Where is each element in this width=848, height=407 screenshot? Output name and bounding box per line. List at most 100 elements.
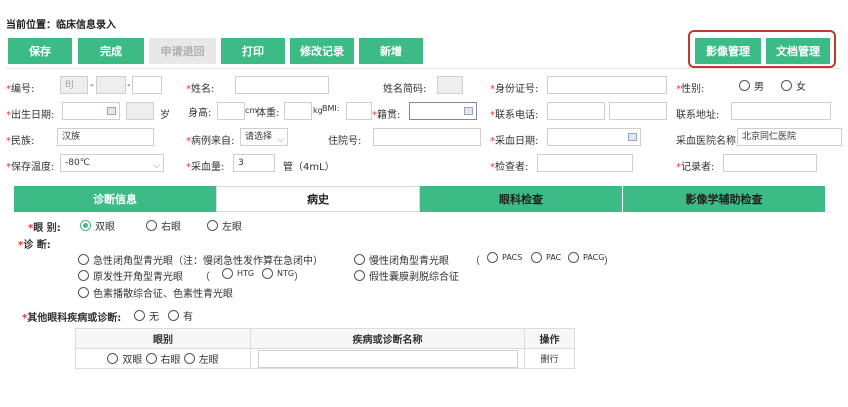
return-request-button[interactable]: 申请退回 (149, 38, 216, 64)
htg-option[interactable]: HTG (222, 268, 254, 279)
diagnosis-table: 眼别 疾病或诊断名称 操作 双眼 右眼 左眼 删行 (75, 328, 575, 369)
radio-icon[interactable] (78, 254, 89, 265)
tab-imaging[interactable]: 影像学辅助检查 (623, 186, 826, 212)
chevron-down-icon[interactable]: ⌵ (153, 158, 160, 174)
chronic-label: 慢性闭角型青光眼 (369, 256, 449, 267)
radio-icon[interactable] (183, 352, 195, 364)
ntg-option[interactable]: NTG (262, 268, 294, 279)
image-management-button[interactable]: 影像管理 (695, 38, 761, 64)
primary-open-option[interactable]: 原发性开角型青光眼 (78, 268, 183, 283)
id-separator: - (90, 80, 94, 91)
gender-female-label: 女 (796, 82, 806, 93)
chevron-down-icon[interactable]: ⌵ (277, 132, 284, 148)
hospital-label: 采血医院名称: (676, 136, 740, 147)
disease-name-input[interactable] (257, 349, 518, 368)
volume-label: 采血量: (191, 162, 225, 173)
calendar-icon[interactable] (628, 133, 637, 141)
gender-male-label: 男 (754, 82, 764, 93)
gender-female-option[interactable]: 女 (781, 78, 806, 93)
pac-option[interactable]: PAC (531, 252, 561, 263)
volume-input[interactable]: 3 (233, 154, 275, 172)
pseudo-option[interactable]: 假性囊膜剥脱综合征 (354, 268, 459, 283)
print-button[interactable]: 打印 (221, 38, 285, 64)
radio-icon[interactable] (222, 268, 233, 279)
collect-date-label: 采血日期: (495, 136, 539, 147)
radio-icon[interactable] (354, 254, 365, 265)
address-input[interactable] (731, 102, 831, 120)
gender-label: 性别: (681, 84, 705, 95)
id-suffix-input[interactable] (132, 76, 162, 94)
temp-select-value: -80℃ (65, 158, 90, 168)
radio-icon[interactable] (781, 80, 792, 91)
height-label: 身高: (188, 108, 212, 119)
row-eye-both-label: 双眼 (122, 354, 143, 366)
radio-icon[interactable] (739, 80, 750, 91)
temp-select[interactable]: -80℃ ⌵ (60, 154, 164, 172)
id-separator-2: - (127, 80, 131, 91)
radio-icon[interactable] (262, 268, 273, 279)
pacs-option[interactable]: PACS (487, 252, 522, 263)
acute-option[interactable]: 急性闭角型青光眼（注：慢闭急性发作算在急闭中） (78, 252, 323, 267)
radio-icon[interactable] (568, 252, 579, 263)
radio-icon[interactable] (145, 352, 157, 364)
delete-row-button[interactable]: 删行 (524, 348, 575, 369)
tab-eye-exam[interactable]: 眼科检查 (420, 186, 623, 212)
radio-icon[interactable] (146, 220, 157, 231)
origin-input[interactable] (409, 102, 477, 120)
radio-icon[interactable] (107, 352, 119, 364)
source-label: 病例来自: (191, 136, 235, 147)
tab-diagnosis[interactable]: 诊断信息 (14, 186, 216, 212)
document-management-button[interactable]: 文档管理 (766, 38, 830, 64)
ethnicity-input[interactable]: 汉族 (57, 128, 154, 146)
source-select[interactable]: 请选择 ⌵ (240, 128, 288, 146)
row-eye-left[interactable]: 左眼 (183, 351, 219, 366)
gender-male-option[interactable]: 男 (739, 78, 764, 93)
bmi-input[interactable] (346, 102, 372, 120)
age-field (126, 102, 154, 120)
ntg-label: NTG (277, 269, 295, 278)
row-eye-both[interactable]: 双眼 (107, 351, 142, 366)
eye-both-option[interactable]: 双眼 (80, 218, 115, 233)
eye-right-option[interactable]: 右眼 (146, 218, 181, 233)
radio-icon[interactable] (531, 252, 542, 263)
radio-icon[interactable] (487, 252, 498, 263)
eye-left-option[interactable]: 左眼 (207, 218, 242, 233)
pacg-option[interactable]: PACG (568, 252, 604, 263)
id-middle-field (96, 76, 126, 94)
save-button[interactable]: 保存 (8, 38, 72, 64)
tab-history[interactable]: 病史 (216, 186, 420, 212)
chronic-option[interactable]: 慢性闭角型青光眼 (354, 252, 449, 267)
row-eye-right[interactable]: 右眼 (145, 351, 181, 366)
radio-icon[interactable] (207, 220, 218, 231)
calendar-icon[interactable] (107, 107, 116, 115)
name-input[interactable] (235, 76, 329, 94)
radio-icon[interactable] (78, 287, 89, 298)
col-action: 操作 (524, 328, 575, 349)
height-input[interactable] (217, 102, 245, 120)
radio-icon[interactable] (78, 270, 89, 281)
pigment-option[interactable]: 色素播散综合征、色素性青光眼 (78, 285, 233, 300)
idcard-input[interactable] (547, 76, 667, 94)
open-paren-close: ） (294, 272, 304, 283)
col-eye: 眼别 (75, 328, 251, 349)
hospital-input[interactable]: 北京同仁医院 (737, 128, 842, 146)
edit-log-button[interactable]: 修改记录 (290, 38, 354, 64)
dob-input[interactable] (62, 102, 120, 120)
radio-icon[interactable] (354, 270, 365, 281)
phone-input-2[interactable] (609, 102, 667, 120)
other-yes-option[interactable]: 有 (168, 308, 193, 323)
picker-icon[interactable] (464, 107, 473, 115)
checker-input[interactable] (537, 154, 633, 172)
phone-input-1[interactable] (547, 102, 605, 120)
finish-button[interactable]: 完成 (78, 38, 144, 64)
radio-icon[interactable] (134, 310, 145, 321)
pseudo-label: 假性囊膜剥脱综合征 (369, 272, 459, 283)
weight-input[interactable] (284, 102, 312, 120)
recorder-input[interactable] (723, 154, 817, 172)
collect-date-input[interactable] (547, 128, 641, 146)
admission-input[interactable] (373, 128, 481, 146)
radio-icon[interactable] (80, 220, 91, 231)
add-button[interactable]: 新增 (359, 38, 423, 64)
radio-icon[interactable] (168, 310, 179, 321)
other-no-option[interactable]: 无 (134, 308, 159, 323)
